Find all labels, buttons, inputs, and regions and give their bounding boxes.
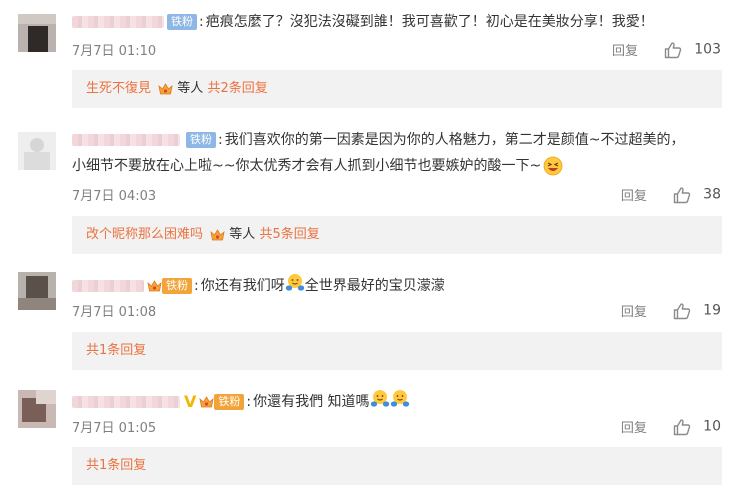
hug-emoji-icon: [285, 273, 305, 299]
reply-user[interactable]: 生死不復見: [86, 81, 151, 96]
thumb-up-icon[interactable]: [664, 41, 682, 59]
reply-count-link[interactable]: 共1条回复: [86, 343, 146, 358]
reply-user[interactable]: 改个昵称那么困难吗: [86, 227, 203, 242]
reply-summary[interactable]: 生死不復見 等人 共2条回复: [72, 70, 722, 108]
fan-badge[interactable]: 铁粉: [214, 394, 245, 410]
laughing-emoji-icon: [543, 156, 563, 176]
fan-badge[interactable]: 铁粉: [162, 278, 192, 294]
timestamp: 7月7日 01:10: [72, 44, 157, 59]
crown-icon: [210, 228, 225, 242]
fan-badge[interactable]: 铁粉: [167, 14, 197, 30]
crown-icon: [199, 395, 214, 409]
like-count: 19: [703, 302, 721, 319]
username[interactable]: [72, 16, 164, 28]
reply-count-link[interactable]: 共1条回复: [86, 458, 146, 473]
fan-badge[interactable]: 铁粉: [186, 132, 216, 148]
comment-body: 你還有我們 知道嗎: [253, 394, 370, 410]
avatar[interactable]: [18, 390, 56, 428]
thumb-up-icon[interactable]: [673, 186, 691, 204]
reply-summary[interactable]: 共1条回复: [72, 332, 722, 370]
reply-summary[interactable]: 共1条回复: [72, 447, 722, 485]
reply-count-link[interactable]: 共2条回复: [207, 81, 267, 96]
hug-emoji-icon: [370, 389, 390, 415]
thumb-up-icon[interactable]: [673, 302, 691, 320]
crown-icon: [158, 82, 173, 96]
reply-middle: 等人: [229, 227, 256, 242]
comment-body-a: 你还有我们呀: [200, 278, 285, 294]
like-count: 103: [694, 41, 721, 58]
comment-text-line-2: 小细节不要放在心上啦~~你太优秀才会有人抓到小细节也要嫉妒的酸一下~: [72, 156, 565, 176]
reply-button[interactable]: 回复: [612, 44, 638, 59]
reply-summary[interactable]: 改个昵称那么困难吗 等人 共5条回复: [72, 216, 722, 254]
comment-text: V 铁粉: 你還有我們 知道嗎: [72, 389, 410, 415]
comment-body-line-2: 小细节不要放在心上啦~~你太优秀才会有人抓到小细节也要嫉妒的酸一下~: [72, 158, 542, 174]
reply-button[interactable]: 回复: [621, 305, 647, 320]
thumb-up-icon[interactable]: [673, 418, 691, 436]
reply-button[interactable]: 回复: [621, 189, 647, 204]
comment-text: 铁粉: 疤痕怎麼了？沒犯法沒礙到誰！我可喜歡了！初心是在美妝分享！我愛！: [72, 12, 654, 32]
comment-actions: 回复 10: [621, 417, 721, 437]
timestamp: 7月7日 01:05: [72, 421, 157, 436]
timestamp: 7月7日 01:08: [72, 305, 157, 320]
comment-text-line-1: 铁粉: 我们喜欢你的第一因素是因为你的人格魅力，第二才是颜值~不过超美的，: [72, 130, 684, 150]
reply-button[interactable]: 回复: [621, 421, 647, 436]
comment-actions: 回复 103: [612, 40, 721, 60]
username[interactable]: [72, 134, 180, 146]
avatar[interactable]: [18, 14, 56, 52]
comment-actions: 回复 19: [621, 301, 721, 321]
like-count: 38: [703, 186, 721, 203]
username[interactable]: [72, 396, 180, 408]
comment-actions: 回复 38: [621, 185, 721, 205]
comment-text: 铁粉: 你还有我们呀 全世界最好的宝贝濛濛: [72, 273, 445, 299]
comment-body-b: 全世界最好的宝贝濛濛: [304, 278, 445, 294]
reply-count-link[interactable]: 共5条回复: [259, 227, 319, 242]
verified-v-icon: V: [184, 392, 197, 411]
crown-icon: [147, 279, 162, 293]
comment-body: 疤痕怎麼了？沒犯法沒礙到誰！我可喜歡了！初心是在美妝分享！我愛！: [205, 14, 654, 30]
reply-middle: 等人: [177, 81, 204, 96]
like-count: 10: [703, 418, 721, 435]
timestamp: 7月7日 04:03: [72, 189, 157, 204]
comment-body-line-1: 我们喜欢你的第一因素是因为你的人格魅力，第二才是颜值~不过超美的，: [224, 132, 685, 148]
hug-emoji-icon: [390, 389, 410, 415]
avatar[interactable]: [18, 132, 56, 170]
username[interactable]: [72, 280, 144, 292]
avatar[interactable]: [18, 272, 56, 310]
